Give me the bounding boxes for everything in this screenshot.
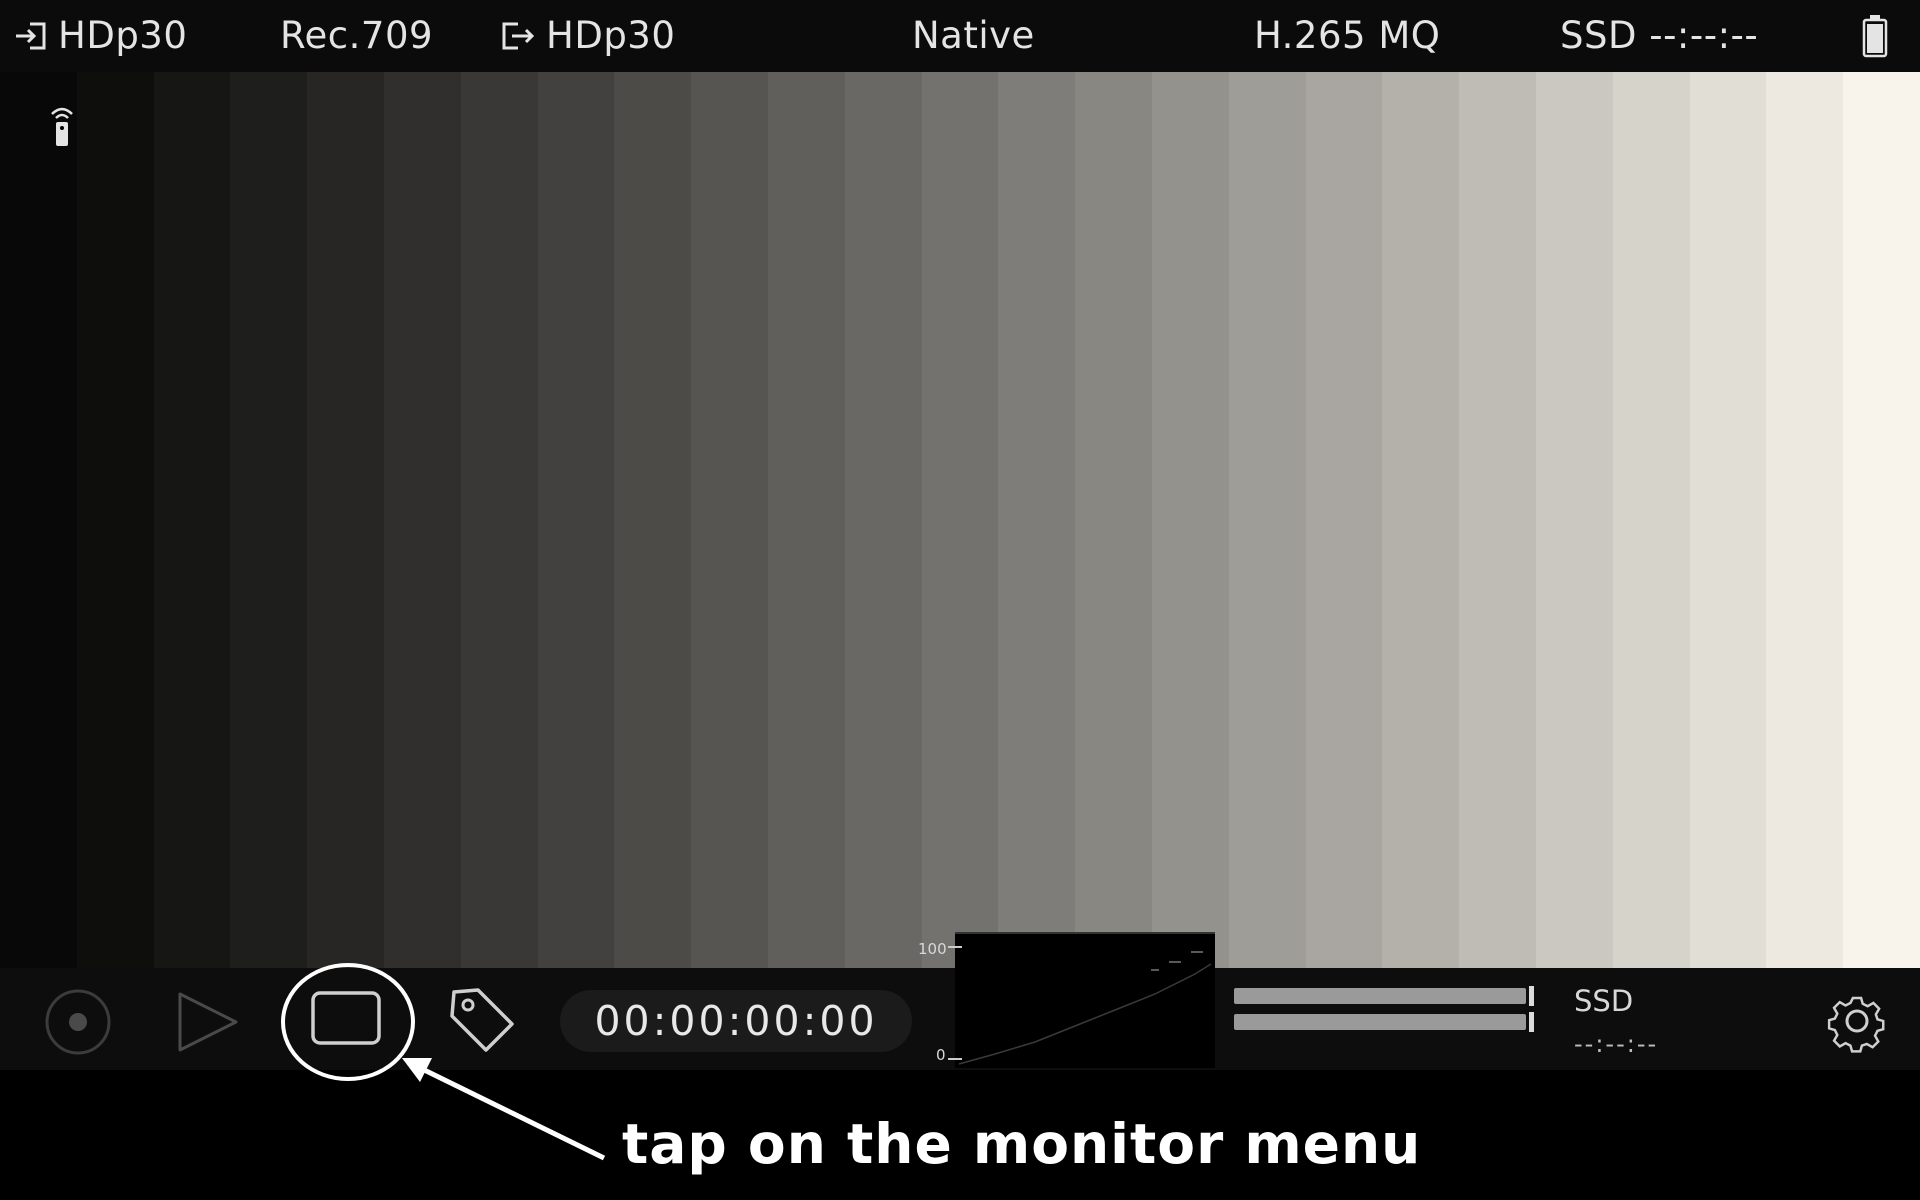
record-button[interactable] [44,988,112,1060]
remote-icon [51,107,73,146]
ramp-step [460,70,538,970]
ramp-step [1535,70,1613,970]
input-format-text: HDp30 [58,14,188,57]
ramp-step [230,70,308,970]
ramp-step [767,70,845,970]
codec-text: H.265 MQ [1254,14,1441,57]
ramp-step [921,70,999,970]
battery-status [1862,14,1888,58]
ramp-step [153,70,231,970]
color-space-status[interactable]: Rec.709 [280,14,433,57]
audio-meter-ch2 [1234,1012,1534,1032]
ramp-step [1689,70,1767,970]
storage-status[interactable]: SSD --:--:-- [1560,14,1758,57]
waveform-trace [958,951,1212,1065]
ramp-step [1766,70,1844,970]
ramp-step [383,70,461,970]
ramp-step [1459,70,1536,970]
ramp-step [614,70,692,970]
ramp-step [307,70,384,970]
bottom-storage-time: --:--:-- [1574,1030,1659,1058]
gray-ramp-test-pattern [0,70,1920,970]
settings-button[interactable] [1824,988,1890,1058]
ramp-step [998,70,1076,970]
bottom-storage-label: SSD [1574,984,1634,1018]
audio-meter-ch1 [1234,986,1534,1006]
audio-meters[interactable] [1234,986,1534,1040]
storage-text: SSD --:--:-- [1560,14,1759,57]
scope-max-label: 100 [918,940,947,958]
color-space-text: Rec.709 [280,14,434,57]
ramp-step [1382,70,1460,970]
ramp-step [691,70,768,970]
ramp-step [0,70,77,970]
timecode-text: 00:00:00:00 [594,997,878,1045]
input-format-status[interactable]: HDp30 [14,14,187,57]
output-format-text: HDp30 [546,14,676,57]
input-arrow-icon [16,22,46,49]
ramp-step [1612,70,1690,970]
mode-status[interactable]: Native [912,14,1035,57]
ramp-step [1843,70,1920,970]
ramp-step [1228,70,1306,970]
remote-indicator [48,104,76,152]
mode-text: Native [912,14,1035,57]
battery-icon [1862,15,1888,58]
ramp-step [1305,70,1383,970]
output-format-status[interactable]: HDp30 [500,14,675,57]
output-arrow-icon [502,22,535,49]
ramp-step [1075,70,1152,970]
top-status-bar: HDp30 Rec.709 HDp30 Native H.265 MQ SSD … [0,0,1920,72]
ramp-step [76,70,154,970]
callout-circle [281,963,415,1081]
play-button[interactable] [176,990,240,1058]
annotation-caption: tap on the monitor menu [622,1112,1422,1176]
timecode-display[interactable]: 00:00:00:00 [560,990,912,1052]
waveform-scope[interactable] [955,932,1215,1068]
scope-max-tick [948,946,962,948]
monitor-screen: HDp30 Rec.709 HDp30 Native H.265 MQ SSD … [0,0,1920,1070]
ramp-step [1151,70,1229,970]
tag-button[interactable] [448,986,516,1056]
ramp-step [844,70,922,970]
scope-min-label: 0 [936,1046,946,1064]
record-icon [45,989,111,1055]
gear-icon [1827,996,1885,1053]
play-icon [178,992,238,1052]
scope-min-tick [948,1058,962,1060]
tag-icon [450,988,514,1052]
ramp-step [537,70,615,970]
codec-status[interactable]: H.265 MQ [1254,14,1440,57]
